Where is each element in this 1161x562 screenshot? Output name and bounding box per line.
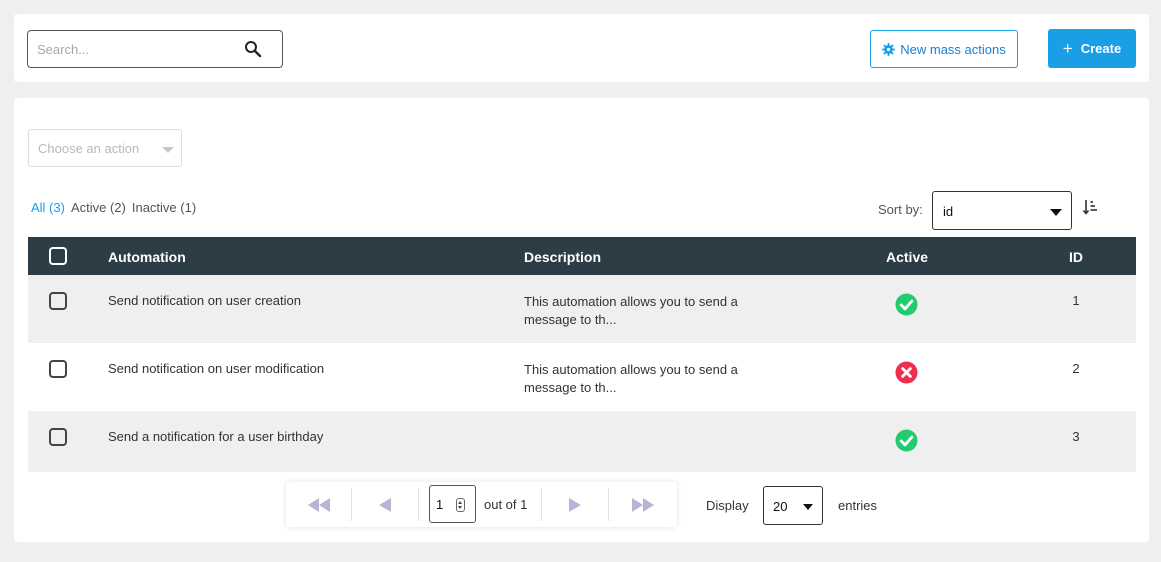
table-row[interactable]: Send notification on user modification T… [28,343,1136,411]
entries-per-page-select[interactable]: 20 [763,486,823,525]
check-circle-icon [895,429,918,452]
chevron-left-icon [379,497,391,512]
column-header-description[interactable]: Description [524,249,601,265]
entries-label: entries [838,498,878,513]
automation-name[interactable]: Send a notification for a user birthday [108,429,323,444]
bulk-action-select[interactable]: Choose an action [28,129,182,167]
check-circle-icon [895,293,918,316]
row-checkbox[interactable] [49,360,67,378]
column-header-active[interactable]: Active [886,249,928,265]
row-checkbox[interactable] [49,292,67,310]
page-count: out of 1 [484,497,528,512]
filter-inactive[interactable]: Inactive (1) [132,200,196,215]
row-checkbox[interactable] [49,428,67,446]
new-mass-actions-label: New mass actions [900,41,1006,57]
automation-description: This automation allows you to send a mes… [524,362,738,395]
page-number: 1 [436,497,444,512]
automation-id: 3 [1072,429,1080,444]
chevron-down-icon [162,147,174,153]
stepper-icon[interactable] [456,498,465,512]
automation-name[interactable]: Send notification on user modification [108,361,324,376]
select-all-checkbox[interactable] [49,247,67,265]
automation-description: This automation allows you to send a mes… [524,294,738,327]
automations-table: Automation Description Active ID Send no… [28,237,1136,472]
chevron-down-icon [1050,209,1062,216]
entries-per-page-value: 20 [773,499,788,514]
first-page-button[interactable] [286,482,351,527]
double-chevron-left-icon [307,497,330,512]
filter-active[interactable]: Active (2) [71,200,126,215]
new-mass-actions-button[interactable]: New mass actions [870,30,1018,68]
x-circle-icon [895,361,918,384]
gear-icon [882,42,896,56]
sort-value: id [943,204,954,219]
next-page-button[interactable] [542,482,608,527]
automation-id: 2 [1072,361,1080,376]
table-row[interactable]: Send notification on user creation This … [28,275,1136,343]
bulk-action-placeholder: Choose an action [38,141,140,156]
table-header: Automation Description Active ID [28,237,1136,275]
chevron-right-icon [569,497,581,512]
column-header-automation[interactable]: Automation [108,249,186,265]
pagination: 1 out of 1 [286,482,677,527]
page-number-input[interactable]: 1 [429,485,476,523]
automation-id: 1 [1072,293,1080,308]
display-label: Display [706,498,749,513]
last-page-button[interactable] [609,482,677,527]
sort-label: Sort by: [878,202,923,217]
filter-all[interactable]: All (3) [31,200,65,215]
search-input[interactable] [28,31,238,67]
previous-page-button[interactable] [352,482,418,527]
pager-divider [418,488,419,521]
create-button[interactable]: + Create [1048,29,1136,68]
table-row[interactable]: Send a notification for a user birthday … [28,411,1136,472]
sort-select[interactable]: id [932,191,1072,230]
top-toolbar: New mass actions + Create [14,14,1149,82]
search-box [27,30,283,68]
search-icon[interactable] [244,40,262,58]
double-chevron-right-icon [632,497,654,512]
automation-name[interactable]: Send notification on user creation [108,293,301,308]
create-label: Create [1080,41,1122,56]
sort-ascending-icon[interactable] [1082,199,1098,215]
automations-panel: Choose an action All (3) Active (2) Inac… [14,98,1149,542]
column-header-id[interactable]: ID [1069,249,1083,265]
status-filters: All (3) Active (2) Inactive (1) [31,200,196,215]
chevron-down-icon [803,504,813,510]
plus-icon: + [1062,39,1073,58]
